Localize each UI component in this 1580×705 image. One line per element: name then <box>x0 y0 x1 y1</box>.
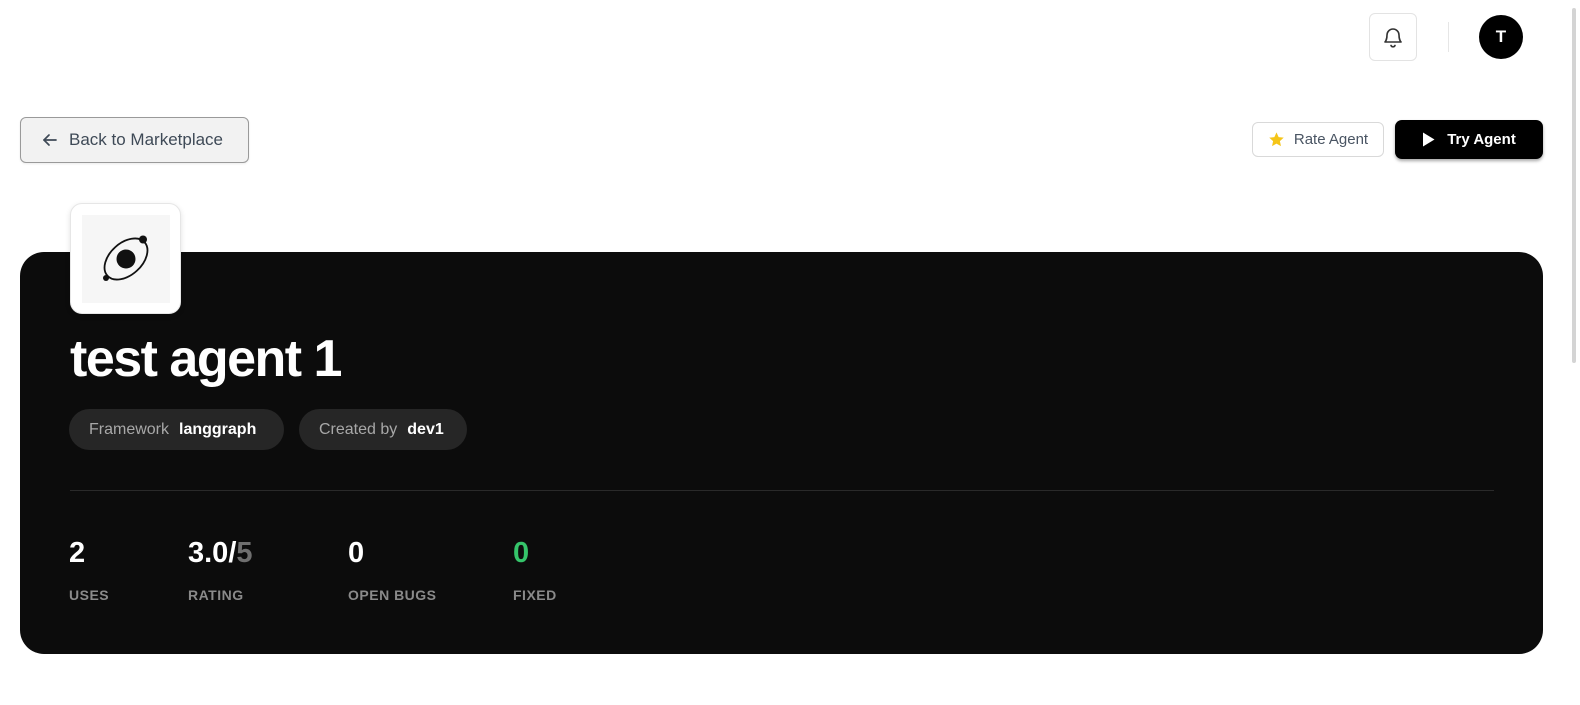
creator-value: dev1 <box>407 420 444 438</box>
stat-fixed-label: FIXED <box>513 587 557 603</box>
arrow-left-icon <box>43 134 57 146</box>
play-icon <box>1423 132 1435 147</box>
scrollbar-thumb[interactable] <box>1572 8 1576 363</box>
agent-detail-page: T Back to Marketplace Rate Agent Try Age… <box>0 0 1580 705</box>
notifications-button[interactable] <box>1369 13 1417 61</box>
back-to-marketplace-button[interactable]: Back to Marketplace <box>20 117 249 163</box>
bell-icon <box>1384 28 1402 48</box>
stat-uses-label: USES <box>69 587 110 603</box>
stat-rating-label: RATING <box>188 587 244 603</box>
creator-key: Created by <box>319 420 398 438</box>
stat-open-bugs-label: OPEN BUGS <box>348 587 437 603</box>
rate-agent-button[interactable]: Rate Agent <box>1252 122 1384 157</box>
stat-uses-value: 2 <box>69 537 86 569</box>
user-avatar[interactable]: T <box>1479 15 1523 59</box>
rating-score: 3.0 <box>188 537 229 569</box>
try-agent-button[interactable]: Try Agent <box>1395 120 1543 159</box>
rating-max: 5 <box>236 537 253 569</box>
framework-value: langgraph <box>179 420 257 438</box>
framework-key: Framework <box>89 420 170 438</box>
agent-name: test agent 1 <box>70 330 342 388</box>
stat-open-bugs-value: 0 <box>348 537 365 569</box>
try-agent-label: Try Agent <box>1447 131 1516 148</box>
hero-divider <box>70 490 1494 491</box>
agent-logo-inner <box>81 214 170 303</box>
header-divider <box>1448 22 1449 52</box>
star-icon <box>1269 132 1284 147</box>
stat-uses: 2 USES <box>69 536 109 603</box>
stat-open-bugs: 0 OPEN BUGS <box>348 536 437 603</box>
stat-rating-value: 3.0/5 <box>188 536 253 570</box>
creator-tag: Created by dev1 <box>299 409 467 450</box>
framework-tag: Framework langgraph <box>69 409 284 450</box>
stat-rating: 3.0/5 RATING <box>188 536 253 603</box>
page-scrollbar[interactable] <box>1566 0 1580 705</box>
back-button-label: Back to Marketplace <box>69 130 224 149</box>
orbit-icon <box>102 235 148 281</box>
stat-fixed: 0 FIXED <box>513 536 557 603</box>
rate-agent-label: Rate Agent <box>1293 131 1369 148</box>
stat-fixed-value: 0 <box>513 537 530 569</box>
agent-logo <box>70 203 181 314</box>
